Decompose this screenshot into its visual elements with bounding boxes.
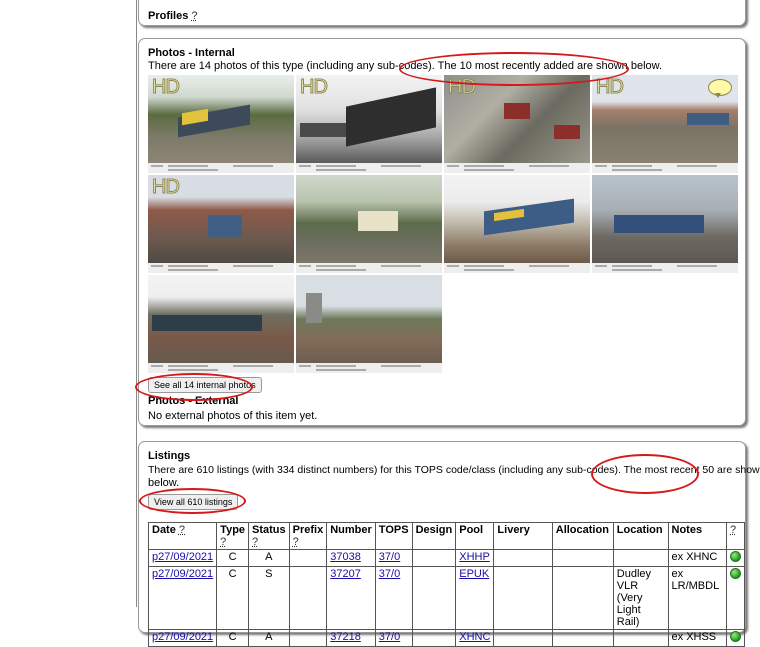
type-cell: C (216, 549, 250, 567)
photo-thumbnail[interactable]: HD (296, 75, 442, 173)
status-ok-icon[interactable] (730, 631, 741, 642)
col-livery[interactable]: Livery (493, 522, 553, 550)
table-header-row: Date ? Type? Status? Prefix? Number TOPS… (147, 522, 745, 550)
location-cell: Dudley VLR (Very Light Rail) (612, 566, 669, 630)
photo-thumbnail[interactable]: HD (592, 75, 738, 173)
location-cell (612, 629, 669, 647)
col-number[interactable]: Number (326, 522, 376, 550)
allocation-cell (551, 566, 614, 630)
number-link[interactable]: 37207 (330, 568, 361, 580)
allocation-cell (551, 549, 614, 567)
pool-link[interactable]: XHNC (459, 631, 490, 643)
col-location[interactable]: Location (612, 522, 669, 550)
location-cell (612, 549, 669, 567)
tops-link[interactable]: 37/0 (379, 551, 400, 563)
tops-link[interactable]: 37/0 (379, 631, 400, 643)
col-tops[interactable]: TOPS (374, 522, 413, 550)
pool-link[interactable]: XHHP (459, 551, 490, 563)
listings-heading: Listings (148, 450, 191, 462)
highlight-ring (399, 52, 629, 86)
col-design[interactable]: Design (411, 522, 457, 550)
help-icon[interactable]: ? (730, 524, 736, 536)
help-icon[interactable]: ? (179, 524, 185, 536)
date-link[interactable]: p27/09/2021 (152, 631, 213, 643)
comment-bubble-icon[interactable] (708, 79, 732, 98)
type-cell: C (216, 629, 250, 647)
tops-link[interactable]: 37/0 (379, 568, 400, 580)
profiles-heading: Profiles ? (148, 10, 198, 22)
table-row: p27/09/2021 C A 37218 37/0 XHNC ex XHSS (147, 629, 745, 647)
design-cell (411, 549, 457, 567)
photo-thumbnail[interactable] (296, 275, 442, 373)
col-status[interactable]: Status? (248, 522, 290, 550)
photo-thumbnail[interactable] (296, 175, 442, 273)
table-row: p27/09/2021 C S 37207 37/0 EPUK Dudley V… (147, 566, 745, 630)
status-cell: A (248, 549, 290, 567)
status-ok-icon[interactable] (730, 568, 741, 579)
notes-cell: ex XHNC (667, 549, 728, 567)
col-allocation[interactable]: Allocation (551, 522, 614, 550)
col-type[interactable]: Type? (216, 522, 250, 550)
profiles-title: Profiles (148, 10, 189, 22)
table-row: p27/09/2021 C A 37038 37/0 XHHP ex XHNC (147, 549, 745, 567)
listings-table: Date ? Type? Status? Prefix? Number TOPS… (147, 522, 745, 647)
prefix-cell (288, 549, 328, 567)
help-icon[interactable]: ? (252, 536, 258, 548)
highlight-ring (135, 373, 253, 401)
photos-internal-heading: Photos - Internal (148, 47, 235, 59)
left-border (136, 0, 137, 607)
pool-link[interactable]: EPUK (459, 568, 489, 580)
notes-cell: ex LR/MBDL (667, 566, 728, 630)
notes-cell: ex XHSS (667, 629, 728, 647)
hd-badge: HD (300, 76, 329, 99)
photo-thumbnail[interactable]: HD (148, 75, 294, 173)
hd-badge: HD (152, 176, 181, 199)
date-link[interactable]: p27/09/2021 (152, 568, 213, 580)
design-cell (411, 629, 457, 647)
col-pool[interactable]: Pool (455, 522, 495, 550)
col-help[interactable]: ? (726, 522, 745, 550)
type-cell: C (216, 566, 250, 630)
highlight-ring (591, 454, 699, 494)
photo-thumbnail[interactable] (444, 175, 590, 273)
highlight-ring (139, 488, 246, 514)
photo-thumbnail[interactable] (148, 275, 294, 373)
design-cell (411, 566, 457, 630)
prefix-cell (288, 566, 328, 630)
help-icon[interactable]: ? (220, 536, 226, 548)
status-cell: S (248, 566, 290, 630)
status-ok-icon[interactable] (730, 551, 741, 562)
number-link[interactable]: 37218 (330, 631, 361, 643)
photo-thumbnail[interactable]: HD (444, 75, 590, 173)
livery-cell (493, 566, 553, 630)
status-cell: A (248, 629, 290, 647)
photo-thumbnail[interactable]: HD (148, 175, 294, 273)
livery-cell (493, 629, 553, 647)
col-date[interactable]: Date ? (147, 522, 218, 550)
photos-external-summary: No external photos of this item yet. (148, 410, 318, 422)
hd-badge: HD (152, 76, 181, 99)
col-notes[interactable]: Notes (667, 522, 728, 550)
livery-cell (493, 549, 553, 567)
date-link[interactable]: p27/09/2021 (152, 551, 213, 563)
col-prefix[interactable]: Prefix? (288, 522, 328, 550)
allocation-cell (551, 629, 614, 647)
help-icon[interactable]: ? (293, 536, 299, 548)
profiles-panel: Profiles ? (138, 0, 746, 26)
prefix-cell (288, 629, 328, 647)
photos-panel: Photos - Internal There are 14 photos of… (138, 38, 746, 426)
profiles-help-icon[interactable]: ? (191, 10, 197, 22)
number-link[interactable]: 37038 (330, 551, 361, 563)
photo-thumbnail[interactable] (592, 175, 738, 273)
